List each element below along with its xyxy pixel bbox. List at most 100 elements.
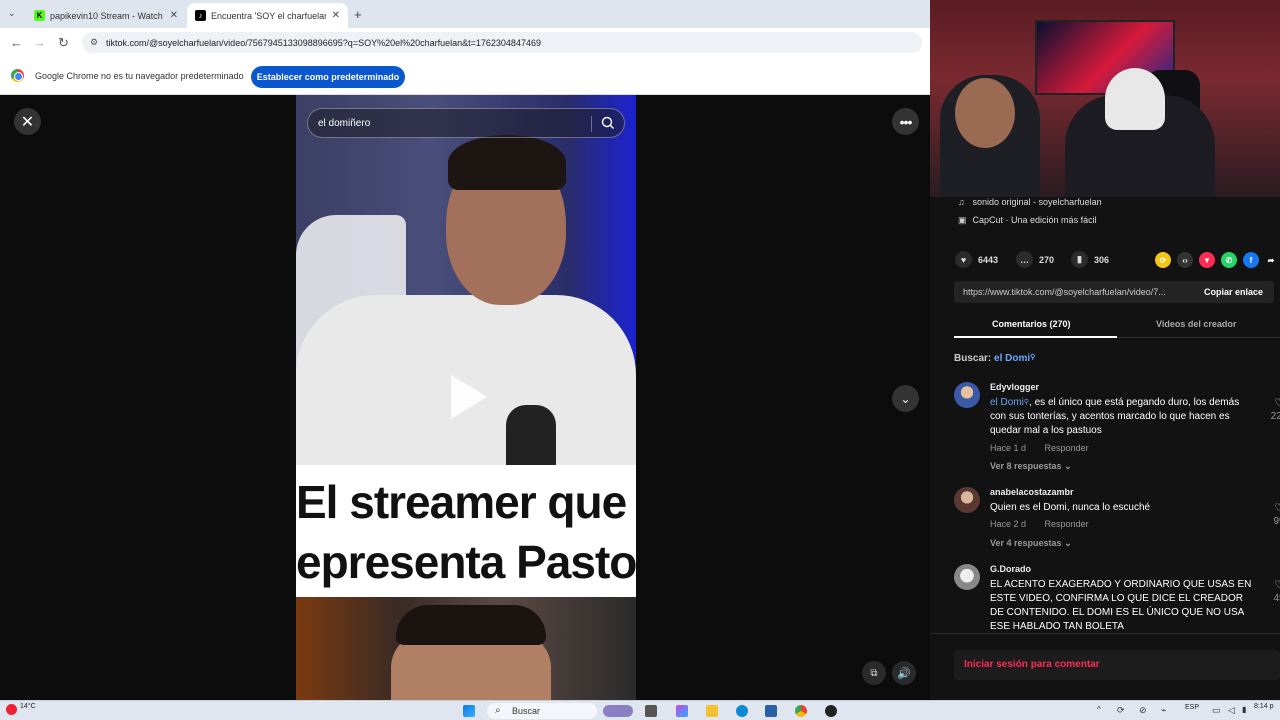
tray-network-off-icon[interactable]: ⊘: [1139, 705, 1147, 716]
more-options-icon[interactable]: •••: [892, 108, 919, 135]
comment-item: anabelacostazambr Quien es el Domi, nunc…: [954, 487, 1280, 557]
volume-icon[interactable]: 🔊: [892, 661, 916, 685]
reload-icon[interactable]: ↻: [58, 35, 69, 51]
comment-meta: Hace 1 d Responder: [990, 443, 1105, 453]
taskbar-search-placeholder: Buscar: [512, 706, 541, 716]
play-icon[interactable]: [451, 375, 487, 419]
chrome-taskbar-icon[interactable]: [795, 705, 807, 717]
view-replies-label: Ver 8 respuestas: [990, 461, 1062, 471]
share-link-text[interactable]: https://www.tiktok.com/@soyelcharfuelan/…: [963, 287, 1193, 297]
video-details-panel: ♫ sonido original - soyelcharfuelan ▣ Ca…: [930, 197, 1280, 700]
kick-favicon-icon: K: [34, 10, 45, 21]
forward-arrow-icon[interactable]: →: [33, 35, 46, 50]
caption-line-2: epresenta Pasto: [296, 536, 636, 588]
tab-comments[interactable]: Comentarios (270): [992, 319, 1071, 329]
sound-row[interactable]: ♫ sonido original - soyelcharfuelan: [958, 197, 1102, 207]
widgets-icon[interactable]: [603, 705, 633, 717]
video-viewer: ✕ ••• ⌄ El streamer que epresenta Pasto …: [0, 95, 930, 700]
comment-like-count: 45: [1273, 593, 1280, 604]
active-tab-indicator: [954, 336, 1117, 338]
weather-widget[interactable]: 14°C: [20, 703, 36, 710]
address-bar[interactable]: ⚙ tiktok.com/@soyelcharfuelan/video/7567…: [82, 32, 922, 53]
comment-like-button[interactable]: ♡ 229: [1268, 396, 1280, 424]
embed-icon[interactable]: ‹›: [1177, 252, 1193, 268]
view-replies-button[interactable]: Ver 4 respuestas ⌄: [990, 538, 1072, 549]
network-icon[interactable]: ▭: [1212, 705, 1221, 716]
next-video-chevron-icon[interactable]: ⌄: [892, 385, 919, 412]
video-player[interactable]: El streamer que epresenta Pasto el domiñ…: [296, 95, 636, 700]
tray-usb-icon[interactable]: ⌁: [1161, 705, 1166, 716]
like-button[interactable]: ♥ 6443: [955, 251, 998, 268]
comment-username[interactable]: G.Dorado: [990, 564, 1031, 574]
taskbar-search[interactable]: ⌕ Buscar: [487, 703, 597, 719]
comment-item: Edyvlogger el Domi⚲, es el único que est…: [954, 382, 1280, 474]
chrome-logo-icon: [11, 69, 24, 82]
comment-button[interactable]: … 270: [1016, 251, 1054, 268]
avatar[interactable]: [954, 487, 980, 513]
search-icon[interactable]: [600, 115, 616, 131]
taskbar-clock[interactable]: 8:14 p: [1254, 703, 1273, 710]
reply-button[interactable]: Responder: [1045, 519, 1089, 529]
comment-mention-link[interactable]: el Domi: [990, 397, 1024, 408]
search-term-link[interactable]: el Domi: [994, 353, 1030, 364]
tab-close-icon[interactable]: ✕: [332, 10, 340, 21]
share-arrow-icon[interactable]: ➦: [1263, 252, 1279, 268]
battery-icon[interactable]: ▮: [1242, 705, 1246, 714]
whatsapp-icon[interactable]: ✆: [1221, 252, 1237, 268]
avatar[interactable]: [954, 382, 980, 408]
windows-start-icon[interactable]: [463, 705, 475, 717]
save-button[interactable]: ▮ 306: [1071, 251, 1109, 268]
browser-tab-tiktok[interactable]: ♪ Encuentra 'SOY el charfuelan' e ✕: [187, 3, 348, 28]
comment-search-hint: Buscar: el Domi⚲: [954, 353, 1035, 364]
facebook-icon[interactable]: f: [1243, 252, 1259, 268]
view-replies-label: Ver 4 respuestas: [990, 538, 1062, 548]
task-view-icon[interactable]: [645, 705, 657, 717]
reply-button[interactable]: Responder: [1045, 443, 1089, 453]
language-indicator[interactable]: ESP: [1185, 704, 1199, 711]
search-input[interactable]: el domiñero: [318, 118, 370, 129]
comment-username[interactable]: Edyvlogger: [990, 382, 1039, 392]
login-to-comment-button[interactable]: Iniciar sesión para comentar: [954, 650, 1280, 680]
browser-toolbar: ← → ↻ ⚙ tiktok.com/@soyelcharfuelan/vide…: [0, 28, 930, 57]
view-replies-button[interactable]: Ver 8 respuestas ⌄: [990, 461, 1072, 472]
file-explorer-icon[interactable]: [706, 705, 718, 717]
comment-username[interactable]: anabelacostazambr: [990, 487, 1074, 497]
capcut-label: CapCut · Una edición más fácil: [972, 215, 1097, 225]
tab-list-chevron-icon[interactable]: ⌄: [8, 8, 16, 19]
weather-badge-icon[interactable]: [6, 704, 17, 715]
streamer-right-cap: [1105, 68, 1165, 130]
app-taskbar-icon[interactable]: [825, 705, 837, 717]
site-info-icon[interactable]: ⚙: [90, 37, 98, 48]
streamer-left-head: [955, 78, 1015, 148]
set-default-button[interactable]: Establecer como predeterminado: [251, 66, 405, 88]
tray-chevron-icon[interactable]: ^: [1097, 705, 1101, 714]
comment-time: Hace 1 d: [990, 443, 1027, 453]
person-hair-image: [396, 605, 546, 645]
avatar[interactable]: [954, 564, 980, 590]
browser-tab-kick[interactable]: K papikevin10 Stream - Watch Liv ✕: [26, 3, 186, 28]
close-icon[interactable]: ✕: [14, 108, 41, 135]
new-tab-button[interactable]: +: [354, 7, 362, 22]
tab-close-icon[interactable]: ✕: [170, 10, 178, 21]
picture-in-picture-icon[interactable]: ⧉: [862, 661, 886, 685]
default-browser-infobar: Google Chrome no es tu navegador predete…: [0, 57, 930, 95]
tiktok-favicon-icon: ♪: [195, 10, 206, 21]
comment-like-button[interactable]: ♡ 45: [1268, 578, 1280, 606]
volume-tray-icon[interactable]: ◁: [1228, 705, 1235, 716]
copilot-icon[interactable]: [676, 705, 688, 717]
repost-icon[interactable]: ⟳: [1155, 252, 1171, 268]
comment-time: Hace 2 d: [990, 519, 1027, 529]
comment-like-button[interactable]: ♡ 99: [1268, 501, 1280, 529]
capcut-row[interactable]: ▣ CapCut · Una edición más fácil: [958, 215, 1097, 226]
store-icon[interactable]: [765, 705, 777, 717]
tiktok-search-box[interactable]: el domiñero: [307, 108, 625, 138]
tab-creator-videos[interactable]: Videos del creador: [1156, 319, 1236, 329]
video-frame-bottom: [296, 597, 636, 700]
action-bar: ♥ 6443 … 270 ▮ 306 ⟳ ‹› ▼ ✆ f ➦: [955, 251, 1275, 269]
copy-link-button[interactable]: Copiar enlace: [1204, 287, 1263, 297]
send-icon[interactable]: ▼: [1199, 252, 1215, 268]
capcut-icon: ▣: [958, 215, 967, 225]
edge-icon[interactable]: [736, 705, 748, 717]
back-arrow-icon[interactable]: ←: [10, 35, 23, 50]
tray-app-icon[interactable]: ⟳: [1117, 705, 1125, 716]
